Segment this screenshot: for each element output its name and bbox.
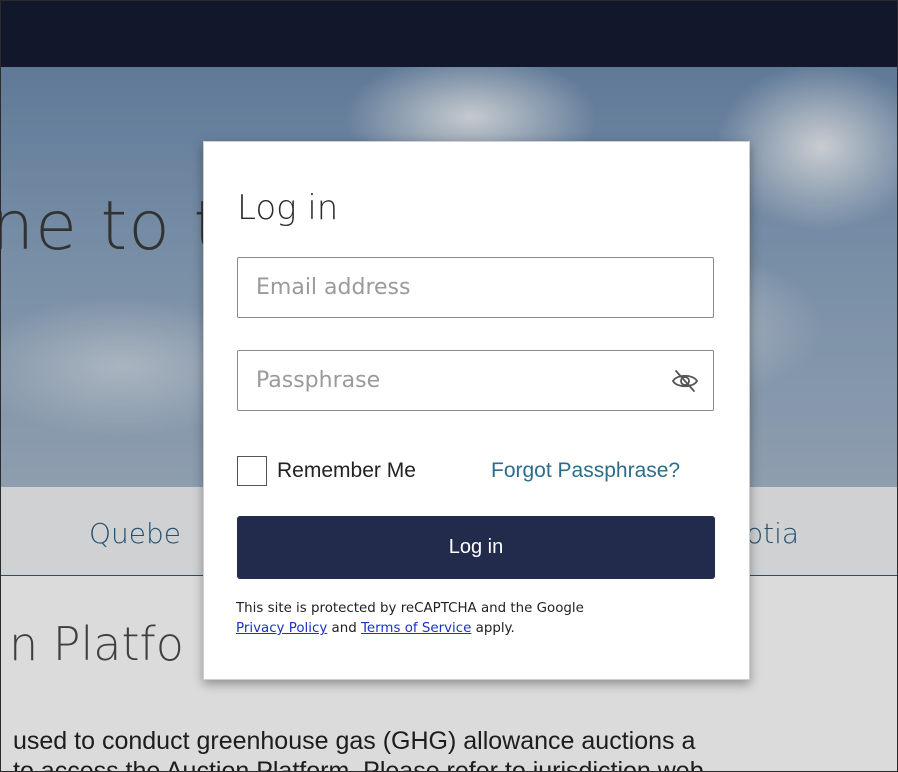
passphrase-input[interactable] [238,351,713,410]
recaptcha-text-2: and [331,621,357,636]
privacy-policy-link[interactable]: Privacy Policy [236,621,327,636]
eye-slash-icon[interactable] [671,367,699,395]
remember-me-checkbox[interactable] [237,456,267,486]
login-button[interactable]: Log in [237,516,715,579]
recaptcha-notice: This site is protected by reCAPTCHA and … [236,599,706,639]
remember-me: Remember Me [237,455,416,487]
passphrase-field [237,350,714,411]
forgot-passphrase-link[interactable]: Forgot Passphrase? [491,459,680,483]
email-input[interactable] [238,258,713,317]
modal-title: Log in [237,188,339,228]
remember-me-label[interactable]: Remember Me [277,459,416,483]
recaptcha-text-1: This site is protected by reCAPTCHA and … [236,601,584,616]
recaptcha-text-3: apply. [475,621,515,636]
email-field [237,257,714,318]
login-modal: Log in Remember Me Forgot Passphrase? Lo… [203,141,750,680]
terms-of-service-link[interactable]: Terms of Service [361,621,471,636]
